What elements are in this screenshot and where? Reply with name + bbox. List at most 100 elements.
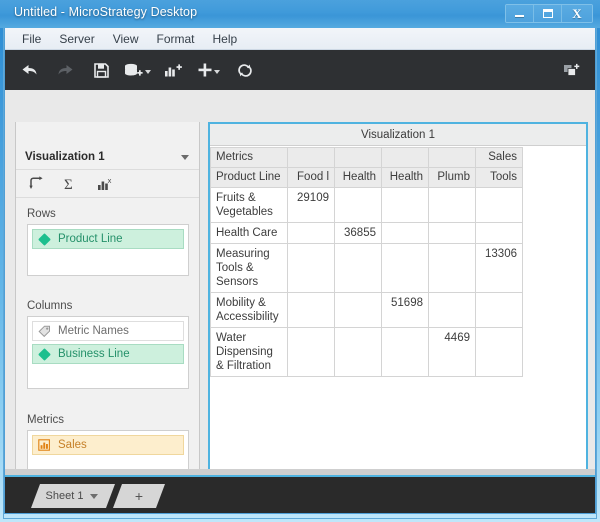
add-sheet-button[interactable]: + <box>113 484 165 508</box>
refresh-button[interactable] <box>227 50 263 90</box>
grid-cell-1-2 <box>382 223 429 244</box>
grid-row-label-2: Measuring Tools & Sensors <box>211 244 288 293</box>
grid-cell-0-0: 29109 <box>288 188 335 223</box>
sheet-tab-bar: Sheet 1 + <box>5 475 595 513</box>
grid-metric-sales-label: Sales <box>476 148 523 168</box>
maximize-button[interactable] <box>534 5 562 22</box>
chevron-down-icon[interactable] <box>90 494 98 499</box>
grid-col-header-4[interactable]: Tools <box>476 168 523 188</box>
grid-container[interactable]: Metrics Sales Product Line Food l Heal <box>210 147 523 377</box>
insert-dropdown-caret[interactable] <box>214 70 220 74</box>
minimize-button[interactable] <box>506 5 534 22</box>
grid-cell-3-0 <box>288 293 335 328</box>
insert-button[interactable] <box>191 50 227 90</box>
plus-icon <box>198 63 212 77</box>
maximize-icon <box>543 9 553 18</box>
grid-row-label-1: Health Care <box>211 223 288 244</box>
menu-item-view[interactable]: View <box>104 30 148 48</box>
save-button[interactable] <box>83 50 119 90</box>
grid-cell-4-4 <box>476 328 523 377</box>
client-area: File Server View Format Help <box>4 28 596 514</box>
menu-item-help[interactable]: Help <box>204 30 247 48</box>
title-bar[interactable]: Untitled - MicroStrategy Desktop X <box>0 0 600 28</box>
workspace: EDITOR Visual <box>5 90 595 513</box>
grid-cell-2-4: 13306 <box>476 244 523 293</box>
grid-metrics-label: Metrics <box>211 148 288 168</box>
shelf-rows-label: Rows <box>27 208 199 220</box>
menu-item-format[interactable]: Format <box>147 30 203 48</box>
grid-metrics-header-row: Metrics Sales <box>211 148 523 168</box>
grid-cell-4-1 <box>335 328 382 377</box>
menu-bar: File Server View Format Help <box>5 28 595 50</box>
editor-mini-toolbar: Σ x <box>16 170 199 198</box>
table-row[interactable]: Mobility & Accessibility 51698 <box>211 293 523 328</box>
refresh-icon <box>237 63 253 78</box>
redo-icon <box>57 63 74 78</box>
grid-metrics-blank-1 <box>288 148 335 168</box>
metric-bar-icon <box>37 438 52 452</box>
shelf-rows: Rows Product Line <box>16 208 199 276</box>
attribute-diamond-icon <box>37 347 52 361</box>
shelf-rows-dropzone[interactable]: Product Line <box>27 224 189 276</box>
chip-business-line[interactable]: Business Line <box>32 344 184 364</box>
grid-row-header-label: Product Line <box>211 168 288 188</box>
totals-sigma-icon[interactable]: Σ <box>62 175 80 193</box>
svg-text:Σ: Σ <box>64 177 73 192</box>
swap-rows-columns-icon[interactable] <box>28 175 46 193</box>
add-data-button[interactable] <box>119 50 155 90</box>
shelf-columns: Columns Metric Names <box>16 300 199 389</box>
grid-row-label-4: Water Dispensing & Filtration <box>211 328 288 377</box>
add-panel-icon <box>563 63 580 78</box>
menu-item-server[interactable]: Server <box>50 30 103 48</box>
undo-icon <box>21 63 38 78</box>
redo-button <box>47 50 83 90</box>
grid-table: Metrics Sales Product Line Food l Heal <box>210 147 523 377</box>
undo-button[interactable] <box>11 50 47 90</box>
chevron-down-icon[interactable] <box>181 155 189 160</box>
grid-row-label-0: Fruits & Vegetables <box>211 188 288 223</box>
window-controls: X <box>505 4 593 23</box>
minimize-icon <box>515 15 524 17</box>
grid-col-header-3[interactable]: Plumb <box>429 168 476 188</box>
add-visualization-button[interactable] <box>155 50 191 90</box>
grid-cell-4-3: 4469 <box>429 328 476 377</box>
chip-metric-names-label: Metric Names <box>58 325 129 337</box>
editor-panel-header[interactable]: Visualization 1 <box>16 144 199 170</box>
visualization-panel[interactable]: Visualization 1 Metrics <box>208 122 588 474</box>
chip-product-line[interactable]: Product Line <box>32 229 184 249</box>
grid-col-header-0[interactable]: Food l <box>288 168 335 188</box>
add-data-dropdown-caret[interactable] <box>145 70 151 74</box>
grid-col-header-2[interactable]: Health <box>382 168 429 188</box>
svg-text:x: x <box>107 176 111 185</box>
chip-metric-names[interactable]: Metric Names <box>32 321 184 341</box>
grid-cell-0-4 <box>476 188 523 223</box>
grid-cell-2-3 <box>429 244 476 293</box>
shelf-metrics-label: Metrics <box>27 414 199 426</box>
close-icon: X <box>572 7 581 20</box>
grid-cell-2-1 <box>335 244 382 293</box>
table-row[interactable]: Fruits & Vegetables 29109 <box>211 188 523 223</box>
table-row[interactable]: Measuring Tools & Sensors 13306 <box>211 244 523 293</box>
add-visualization-icon <box>164 63 183 78</box>
grid-cell-3-3 <box>429 293 476 328</box>
grid-cell-3-2: 51698 <box>382 293 429 328</box>
grid-col-header-1[interactable]: Health <box>335 168 382 188</box>
close-button[interactable]: X <box>562 5 592 22</box>
grid-cell-0-2 <box>382 188 429 223</box>
application-window: Untitled - MicroStrategy Desktop X File … <box>0 0 600 522</box>
grid-cell-2-2 <box>382 244 429 293</box>
grid-cell-4-0 <box>288 328 335 377</box>
sheet-tab-label: Sheet 1 <box>46 490 84 502</box>
grid-column-header-row: Product Line Food l Health Health Plumb … <box>211 168 523 188</box>
menu-item-file[interactable]: File <box>13 30 50 48</box>
chip-sales[interactable]: Sales <box>32 435 184 455</box>
sheet-tab-sheet-1[interactable]: Sheet 1 <box>31 484 115 508</box>
grid-metrics-blank-2 <box>335 148 382 168</box>
table-row[interactable]: Water Dispensing & Filtration 4469 <box>211 328 523 377</box>
remove-metric-icon[interactable]: x <box>96 175 114 193</box>
grid-metrics-blank-3 <box>382 148 429 168</box>
chip-sales-label: Sales <box>58 439 87 451</box>
shelf-columns-dropzone[interactable]: Metric Names Business Line <box>27 316 189 389</box>
add-panel-button[interactable] <box>553 50 589 90</box>
table-row[interactable]: Health Care 36855 <box>211 223 523 244</box>
